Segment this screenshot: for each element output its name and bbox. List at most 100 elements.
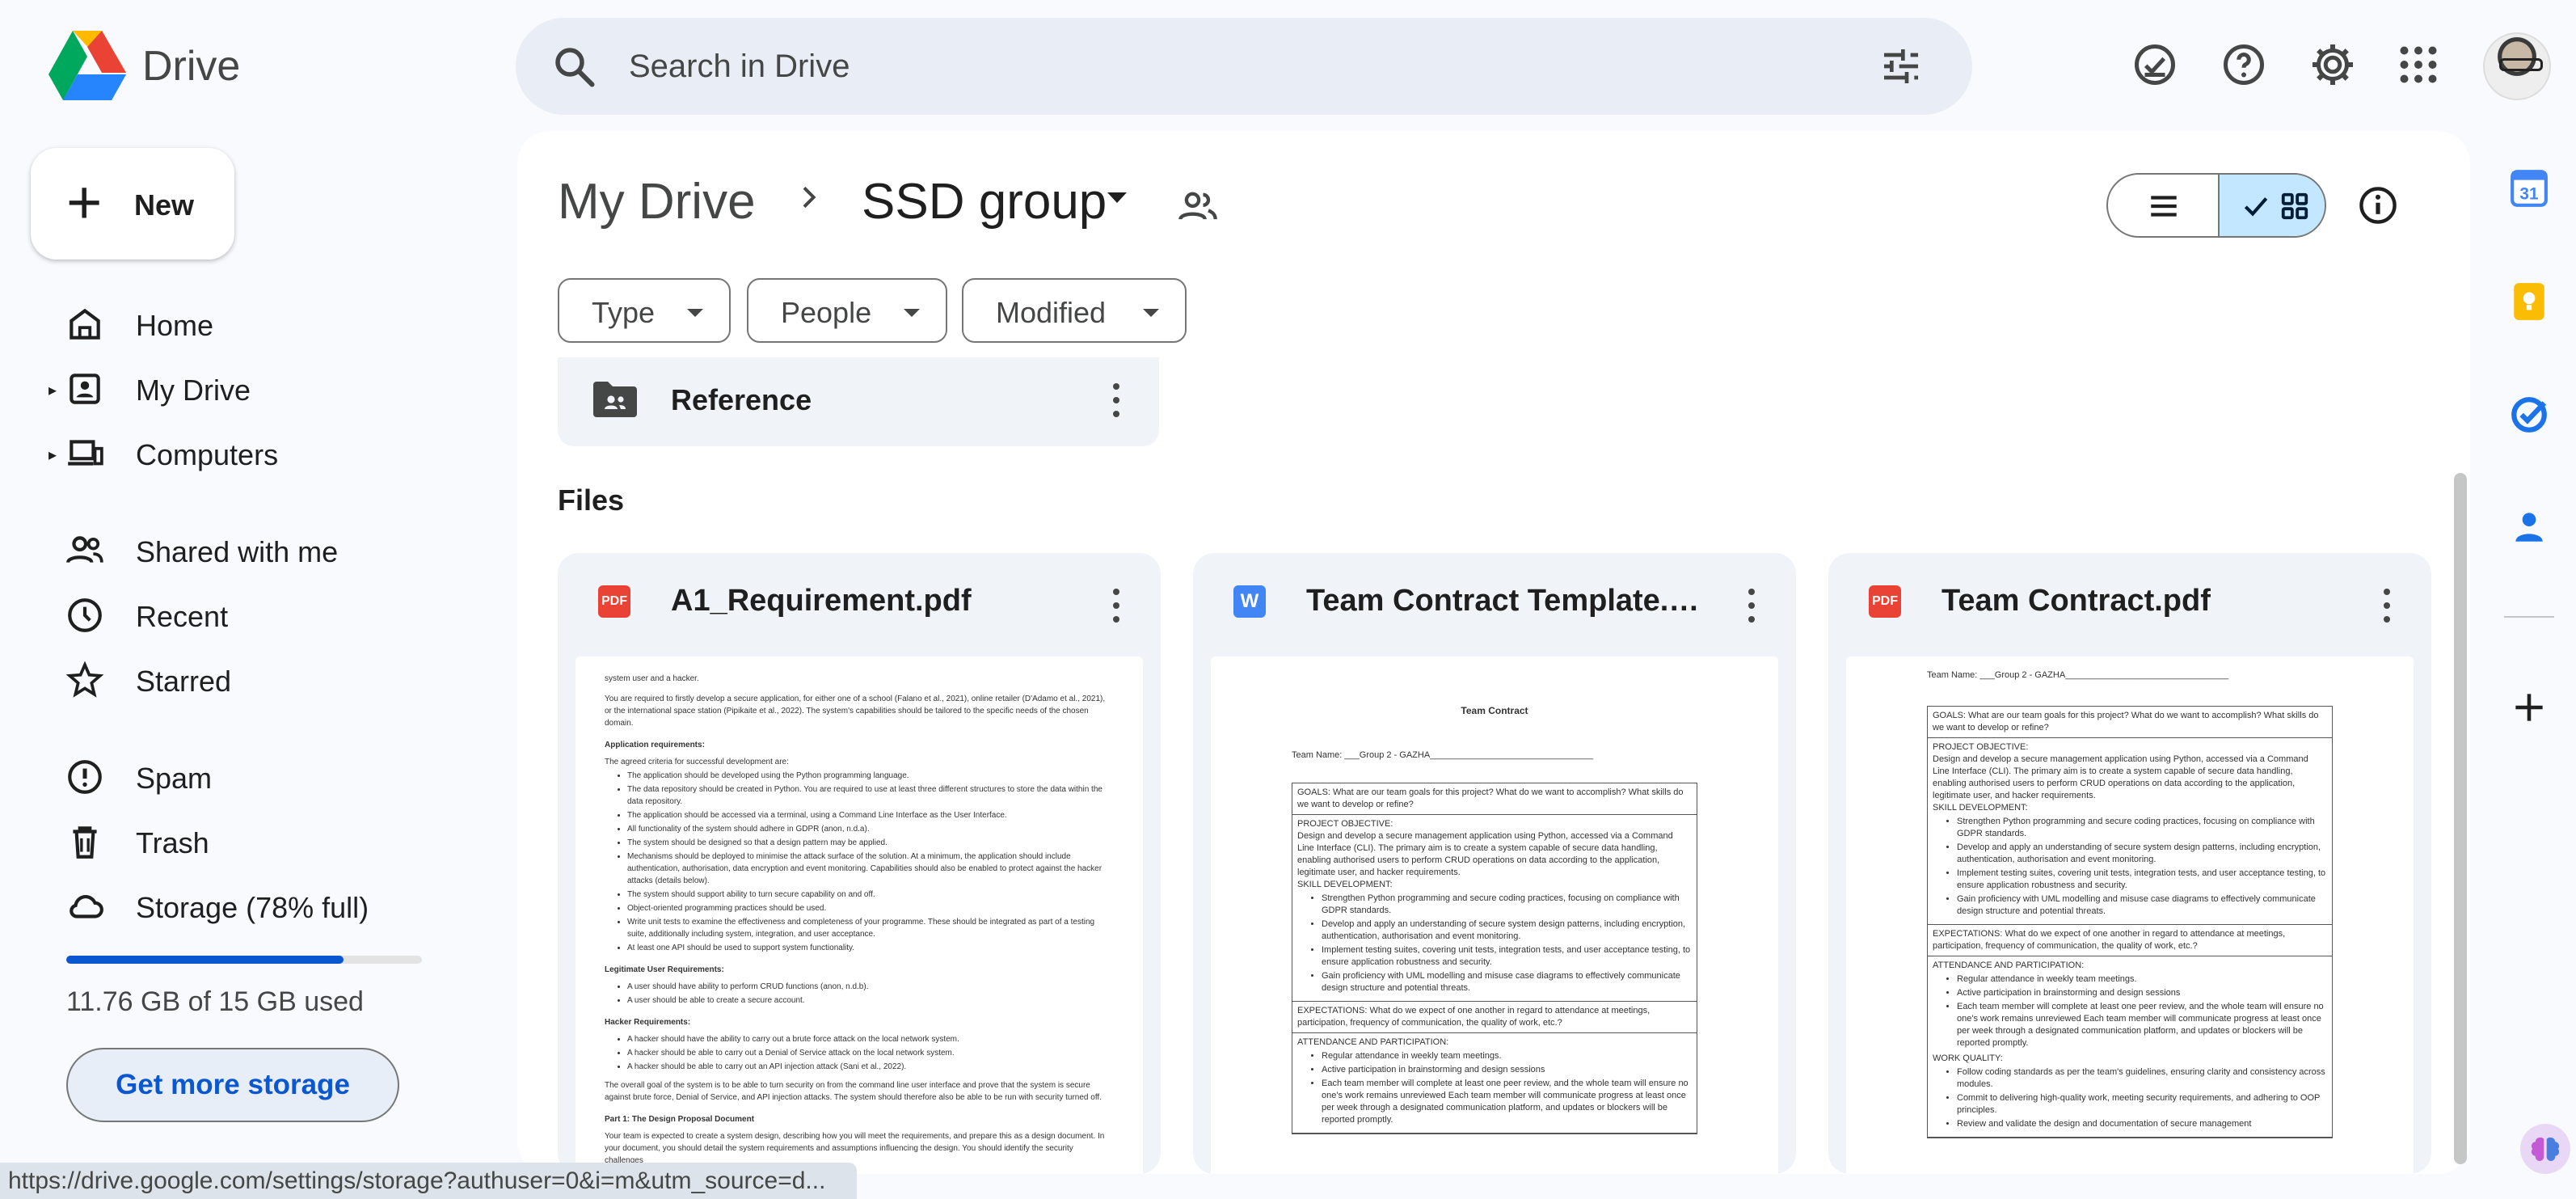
search-input[interactable]: Search in Drive bbox=[629, 49, 850, 85]
preview-list-item: A user should have ability to perform CR… bbox=[627, 981, 1114, 993]
more-options-icon[interactable] bbox=[1112, 589, 1120, 624]
file-card[interactable]: W Team Contract Template.do... Team Cont… bbox=[1193, 553, 1796, 1174]
folder-name: Reference bbox=[671, 383, 812, 416]
preview-list-item: Write unit tests to examine the effectiv… bbox=[627, 916, 1114, 940]
grid-view-button[interactable] bbox=[2218, 175, 2325, 236]
sidebar-item-label: My Drive bbox=[136, 374, 251, 407]
plus-icon: + bbox=[66, 168, 103, 237]
file-card[interactable]: PDF Team Contract.pdf Team Name: ___Grou… bbox=[1828, 553, 2431, 1174]
preview-list-item: Develop and apply an understanding of se… bbox=[1957, 842, 2327, 866]
preview-text: EXPECTATIONS: What do we expect of one a… bbox=[1928, 925, 2332, 956]
preview-list: Regular attendance in weekly team meetin… bbox=[1322, 1050, 1692, 1126]
file-name: Team Contract Template.do... bbox=[1306, 584, 1710, 618]
filter-people-chip[interactable]: People bbox=[747, 278, 947, 343]
my-drive-icon bbox=[70, 374, 100, 404]
preview-list-item: All functionality of the system should a… bbox=[627, 823, 1114, 835]
sidebar-item-storage[interactable]: Storage (78% full) bbox=[48, 878, 501, 935]
preview-text: Design and develop a secure management a… bbox=[1933, 754, 2308, 800]
preview-text: Design and develop a secure management a… bbox=[1297, 831, 1673, 877]
new-button[interactable]: + New bbox=[31, 148, 234, 260]
list-view-button[interactable] bbox=[2108, 175, 2218, 236]
preview-list-item: Regular attendance in weekly team meetin… bbox=[1322, 1050, 1692, 1062]
trash-icon bbox=[73, 826, 97, 859]
breadcrumb-root[interactable]: My Drive bbox=[558, 173, 756, 230]
clock-icon bbox=[68, 598, 102, 632]
gear-icon[interactable] bbox=[2308, 40, 2357, 89]
help-icon[interactable] bbox=[2220, 40, 2268, 89]
sidebar-item-recent[interactable]: Recent bbox=[48, 587, 501, 644]
preview-list-item: A hacker should be able to carry out a D… bbox=[627, 1047, 1114, 1059]
info-icon[interactable] bbox=[2357, 184, 2399, 226]
preview-list-item: The data repository should be created in… bbox=[627, 783, 1114, 808]
home-icon bbox=[70, 308, 100, 340]
apps-grid-icon[interactable] bbox=[2394, 40, 2443, 89]
tasks-icon[interactable] bbox=[2509, 395, 2549, 435]
preview-text: EXPECTATIONS: What do we expect of one a… bbox=[1292, 1002, 1697, 1033]
search-icon[interactable] bbox=[550, 42, 598, 91]
breadcrumb-current[interactable]: SSD group bbox=[862, 173, 1107, 230]
keep-icon[interactable] bbox=[2509, 281, 2549, 322]
sidebar-item-my-drive[interactable]: My Drive bbox=[48, 361, 501, 417]
sidebar-item-starred[interactable]: Starred bbox=[48, 652, 501, 708]
tune-icon[interactable] bbox=[1878, 44, 1924, 89]
shared-folder-icon bbox=[593, 382, 637, 417]
app-brand[interactable]: Drive bbox=[142, 42, 240, 91]
preview-list: Strengthen Python programming and secure… bbox=[1957, 816, 2327, 918]
file-card[interactable]: PDF A1_Requirement.pdf system user and a… bbox=[558, 553, 1161, 1174]
chevron-down-icon[interactable] bbox=[1107, 192, 1127, 203]
account-avatar[interactable] bbox=[2483, 32, 2551, 100]
preview-cell: ATTENDANCE AND PARTICIPATION: Regular at… bbox=[1928, 956, 2332, 1138]
preview-list-item: Each team member will complete at least … bbox=[1322, 1078, 1692, 1126]
main-scrollbar[interactable] bbox=[2454, 473, 2467, 1164]
sidebar-item-label: Computers bbox=[136, 438, 279, 471]
preview-list-item: Mechanisms should be deployed to minimis… bbox=[627, 851, 1114, 887]
preview-list: Follow coding standards as per the team'… bbox=[1957, 1066, 2327, 1130]
sidebar-item-computers[interactable]: Computers bbox=[48, 425, 501, 482]
svg-text:31: 31 bbox=[2519, 185, 2538, 204]
preview-cell: PROJECT OBJECTIVE: Design and develop a … bbox=[1928, 738, 2332, 925]
computers-icon bbox=[68, 440, 103, 466]
assistant-brain-icon[interactable] bbox=[2520, 1124, 2570, 1174]
preview-heading: Part 1: The Design Proposal Document bbox=[605, 1115, 755, 1124]
preview-list-item: A hacker should be able to carry out an … bbox=[627, 1061, 1114, 1073]
sidebar-item-shared-with-me[interactable]: Shared with me bbox=[48, 522, 501, 579]
get-more-storage-button[interactable]: Get more storage bbox=[66, 1048, 399, 1122]
folder-item[interactable]: Reference bbox=[558, 357, 1159, 446]
add-icon[interactable] bbox=[2509, 687, 2549, 728]
sidebar-item-trash[interactable]: Trash bbox=[48, 813, 501, 870]
sidebar-item-spam[interactable]: Spam bbox=[48, 749, 501, 805]
preview-list-item: Gain proficiency with UML modelling and … bbox=[1957, 893, 2327, 918]
preview-heading: Team Contract bbox=[1461, 705, 1528, 716]
file-thumbnail: system user and a hacker. You are requir… bbox=[575, 656, 1143, 1174]
list-icon bbox=[2151, 196, 2177, 217]
contacts-icon[interactable] bbox=[2509, 506, 2549, 547]
offline-check-icon[interactable] bbox=[2131, 40, 2179, 89]
sidebar-item-label: Home bbox=[136, 309, 214, 342]
grid-icon bbox=[2281, 192, 2308, 220]
preview-text: Team Name: ___Group 2 - GAZHA___________… bbox=[1292, 750, 1594, 760]
filter-modified-chip[interactable]: Modified bbox=[962, 278, 1187, 343]
sidebar-item-label: Trash bbox=[136, 826, 209, 859]
more-options-icon[interactable] bbox=[2383, 589, 2391, 624]
dropdown-arrow-icon bbox=[904, 309, 920, 317]
view-toggle[interactable] bbox=[2106, 173, 2326, 238]
preview-list: The application should be developed usin… bbox=[627, 770, 1114, 954]
preview-text: ATTENDANCE AND PARTICIPATION: bbox=[1297, 1037, 1449, 1047]
preview-list-item: Active participation in brainstorming an… bbox=[1957, 987, 2327, 999]
sidebar-item-home[interactable]: Home bbox=[48, 296, 501, 353]
preview-list-item: Follow coding standards as per the team'… bbox=[1957, 1066, 2327, 1091]
more-options-icon[interactable] bbox=[1112, 383, 1120, 419]
more-options-icon[interactable] bbox=[1748, 589, 1756, 624]
drive-logo[interactable] bbox=[48, 31, 126, 100]
calendar-icon[interactable]: 31 bbox=[2509, 168, 2549, 209]
preview-list: Strengthen Python programming and secure… bbox=[1322, 893, 1692, 994]
preview-cell: PROJECT OBJECTIVE: Design and develop a … bbox=[1292, 815, 1697, 1002]
brain-icon bbox=[2531, 1137, 2560, 1161]
shared-folder-people-icon[interactable] bbox=[1177, 186, 1219, 228]
filter-type-chip[interactable]: Type bbox=[558, 278, 731, 343]
filter-label: Type bbox=[592, 296, 656, 329]
search-bar[interactable]: Search in Drive bbox=[516, 18, 1972, 115]
preview-text: SKILL DEVELOPMENT: bbox=[1933, 803, 2028, 813]
preview-text: Your team is expected to create a system… bbox=[605, 1132, 1105, 1165]
filter-label: People bbox=[781, 296, 872, 329]
